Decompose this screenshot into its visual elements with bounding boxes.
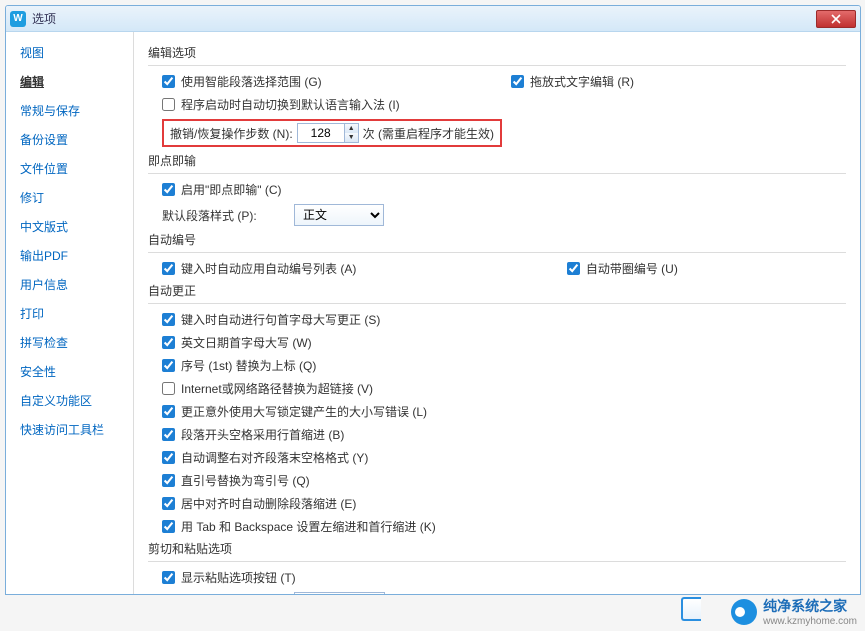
sidebar-item-general-save[interactable]: 常规与保存 xyxy=(6,96,133,125)
chk-ac-4[interactable] xyxy=(162,405,175,418)
watermark-logo-icon xyxy=(731,599,757,625)
sidebar-item-spellcheck[interactable]: 拼写检查 xyxy=(6,328,133,357)
lbl-smart-para-select: 使用智能段落选择范围 (G) xyxy=(181,73,322,90)
chk-drag-text[interactable] xyxy=(511,75,524,88)
lbl-ac-5: 段落开头空格采用行首缩进 (B) xyxy=(181,426,344,443)
sidebar-item-view[interactable]: 视图 xyxy=(6,38,133,67)
sel-default-paste[interactable]: 带格式文本 xyxy=(294,592,385,594)
lbl-drag-text: 拖放式文字编辑 (R) xyxy=(530,73,634,90)
app-icon xyxy=(10,11,26,27)
lbl-undo-steps: 撤销/恢复操作步数 (N): xyxy=(170,125,293,142)
watermark-title: 纯净系统之家 xyxy=(763,596,857,616)
watermark-url: www.kzmyhome.com xyxy=(763,616,857,627)
lbl-ac-9: 用 Tab 和 Backspace 设置左缩进和首行缩进 (K) xyxy=(181,518,436,535)
lbl-ac-0: 键入时自动进行句首字母大写更正 (S) xyxy=(181,311,380,328)
sidebar-item-user-info[interactable]: 用户信息 xyxy=(6,270,133,299)
sidebar-item-backup[interactable]: 备份设置 xyxy=(6,125,133,154)
lbl-ac-8: 居中对齐时自动删除段落缩进 (E) xyxy=(181,495,356,512)
sidebar-item-customize-ribbon[interactable]: 自定义功能区 xyxy=(6,386,133,415)
lbl-circled-number: 自动带圈编号 (U) xyxy=(586,260,678,277)
sidebar-item-security[interactable]: 安全性 xyxy=(6,357,133,386)
lbl-ac-3: Internet或网络路径替换为超链接 (V) xyxy=(181,380,373,397)
chk-ac-5[interactable] xyxy=(162,428,175,441)
lbl-ac-1: 英文日期首字母大写 (W) xyxy=(181,334,312,351)
lbl-show-paste-btn: 显示粘贴选项按钮 (T) xyxy=(181,569,296,586)
lbl-default-para-style: 默认段落样式 (P): xyxy=(162,207,288,224)
sidebar-item-print[interactable]: 打印 xyxy=(6,299,133,328)
undo-steps-input[interactable] xyxy=(298,124,344,142)
group-cutpaste-title: 剪切和粘贴选项 xyxy=(148,540,846,562)
dialog-title: 选项 xyxy=(32,10,56,27)
undo-steps-highlight: 撤销/恢复操作步数 (N): ▲▼ 次 (需重启程序才能生效) xyxy=(162,119,502,147)
lbl-ac-4: 更正意外使用大写锁定键产生的大小写错误 (L) xyxy=(181,403,427,420)
chk-clicktype[interactable] xyxy=(162,183,175,196)
chk-ac-0[interactable] xyxy=(162,313,175,326)
spin-down-icon[interactable]: ▼ xyxy=(345,133,358,142)
sidebar-item-edit[interactable]: 编辑 xyxy=(6,67,133,96)
content-pane: 编辑选项 使用智能段落选择范围 (G) 拖放式文字编辑 (R) 程序启动时自动切… xyxy=(134,32,860,594)
sidebar-item-chinese-layout[interactable]: 中文版式 xyxy=(6,212,133,241)
chk-ac-3[interactable] xyxy=(162,382,175,395)
undo-steps-spinner[interactable]: ▲▼ xyxy=(297,123,359,143)
watermark: 纯净系统之家 www.kzmyhome.com xyxy=(731,596,857,627)
sidebar-item-output-pdf[interactable]: 输出PDF xyxy=(6,241,133,270)
group-edit-title: 编辑选项 xyxy=(148,44,846,66)
group-autonum-title: 自动编号 xyxy=(148,231,846,253)
chk-auto-ime[interactable] xyxy=(162,98,175,111)
chk-ac-8[interactable] xyxy=(162,497,175,510)
chk-circled-number[interactable] xyxy=(567,262,580,275)
chk-ac-2[interactable] xyxy=(162,359,175,372)
chk-ac-9[interactable] xyxy=(162,520,175,533)
chk-smart-para-select[interactable] xyxy=(162,75,175,88)
sel-default-para-style[interactable]: 正文 xyxy=(294,204,384,226)
lbl-ac-6: 自动调整右对齐段落末空格格式 (Y) xyxy=(181,449,368,466)
sidebar-item-quick-access[interactable]: 快速访问工具栏 xyxy=(6,415,133,444)
sidebar-item-revision[interactable]: 修订 xyxy=(6,183,133,212)
spin-up-icon[interactable]: ▲ xyxy=(345,124,358,133)
lbl-auto-number-list: 键入时自动应用自动编号列表 (A) xyxy=(181,260,356,277)
sidebar-item-file-loc[interactable]: 文件位置 xyxy=(6,154,133,183)
sidebar: 视图 编辑 常规与保存 备份设置 文件位置 修订 中文版式 输出PDF 用户信息… xyxy=(6,32,134,594)
button-fragment[interactable] xyxy=(681,597,701,621)
chk-ac-1[interactable] xyxy=(162,336,175,349)
dialog-body: 视图 编辑 常规与保存 备份设置 文件位置 修订 中文版式 输出PDF 用户信息… xyxy=(6,32,860,594)
chk-ac-7[interactable] xyxy=(162,474,175,487)
lbl-undo-unit: 次 (需重启程序才能生效) xyxy=(363,125,494,142)
group-autocorrect-title: 自动更正 xyxy=(148,282,846,304)
close-button[interactable] xyxy=(816,10,856,28)
lbl-clicktype: 启用"即点即输" (C) xyxy=(181,181,282,198)
lbl-auto-ime: 程序启动时自动切换到默认语言输入法 (I) xyxy=(181,96,400,113)
titlebar: 选项 xyxy=(6,6,860,32)
chk-ac-6[interactable] xyxy=(162,451,175,464)
chk-show-paste-btn[interactable] xyxy=(162,571,175,584)
lbl-ac-7: 直引号替换为弯引号 (Q) xyxy=(181,472,310,489)
lbl-ac-2: 序号 (1st) 替换为上标 (Q) xyxy=(181,357,316,374)
chk-auto-number-list[interactable] xyxy=(162,262,175,275)
group-clicktype-title: 即点即输 xyxy=(148,152,846,174)
options-dialog: 选项 视图 编辑 常规与保存 备份设置 文件位置 修订 中文版式 输出PDF 用… xyxy=(5,5,861,595)
